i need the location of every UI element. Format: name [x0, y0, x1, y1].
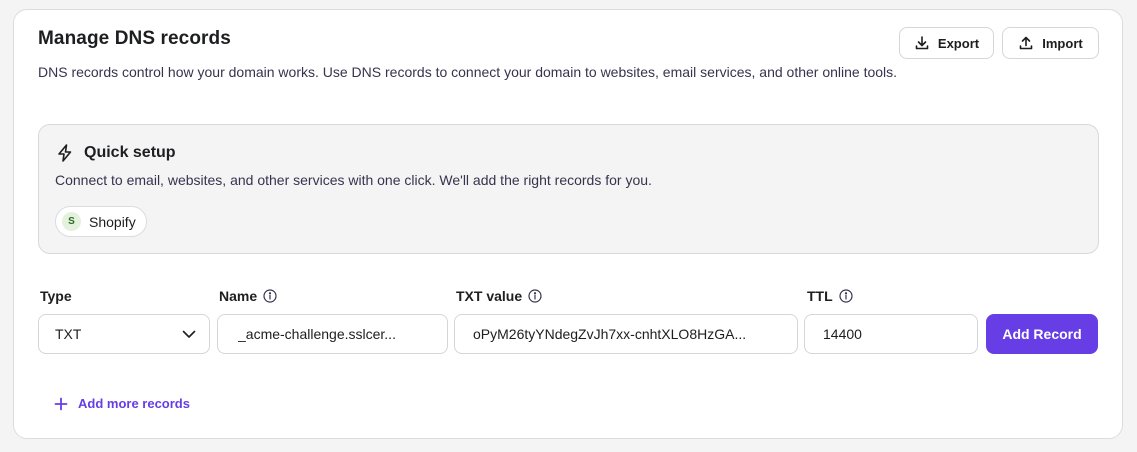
type-label: Type: [40, 288, 72, 304]
quick-setup-panel: Quick setup Connect to email, websites, …: [38, 124, 1099, 254]
plus-icon: [54, 397, 68, 410]
shopify-chip[interactable]: S Shopify: [55, 206, 147, 237]
txt-value-label: TXT value: [456, 288, 542, 304]
ttl-label: TTL: [807, 288, 853, 304]
export-button[interactable]: Export: [899, 27, 994, 59]
quick-setup-description: Connect to email, websites, and other se…: [55, 172, 652, 188]
page-title: Manage DNS records: [38, 28, 231, 49]
info-icon[interactable]: [263, 289, 277, 303]
name-input-value: _acme-challenge.sslcer...: [238, 326, 396, 342]
download-icon: [915, 36, 929, 50]
lightning-icon: [58, 144, 72, 162]
name-label-text: Name: [219, 288, 258, 304]
add-more-records-link[interactable]: Add more records: [54, 396, 190, 411]
type-select-value: TXT: [55, 326, 82, 342]
name-input[interactable]: _acme-challenge.sslcer...: [217, 314, 448, 354]
import-label: Import: [1042, 35, 1083, 51]
add-more-records-label: Add more records: [78, 396, 190, 411]
info-icon[interactable]: [528, 289, 542, 303]
quick-setup-header: Quick setup: [55, 143, 176, 163]
shopify-label: Shopify: [89, 213, 136, 230]
chevron-down-icon: [182, 330, 196, 338]
txt-value-input[interactable]: oPyM26tyYNdegZvJh7xx-cnhtXLO8HzGA...: [454, 314, 798, 354]
add-record-button[interactable]: Add Record: [986, 314, 1098, 354]
type-label-text: Type: [40, 288, 72, 304]
upload-icon: [1019, 36, 1033, 50]
ttl-input-value: 14400: [823, 326, 862, 342]
type-select[interactable]: TXT: [38, 314, 210, 354]
dns-records-card: Manage DNS records DNS records control h…: [13, 9, 1123, 439]
info-icon[interactable]: [839, 289, 853, 303]
import-button[interactable]: Import: [1002, 27, 1099, 59]
quick-setup-title: Quick setup: [84, 144, 176, 161]
txt-value-input-value: oPyM26tyYNdegZvJh7xx-cnhtXLO8HzGA...: [473, 326, 747, 342]
shopify-avatar: S: [62, 212, 81, 231]
export-label: Export: [937, 35, 980, 51]
txt-value-label-text: TXT value: [456, 288, 523, 304]
name-label: Name: [219, 288, 277, 304]
ttl-input[interactable]: 14400: [804, 314, 978, 354]
page-description: DNS records control how your domain work…: [38, 64, 898, 80]
ttl-label-text: TTL: [807, 288, 833, 304]
